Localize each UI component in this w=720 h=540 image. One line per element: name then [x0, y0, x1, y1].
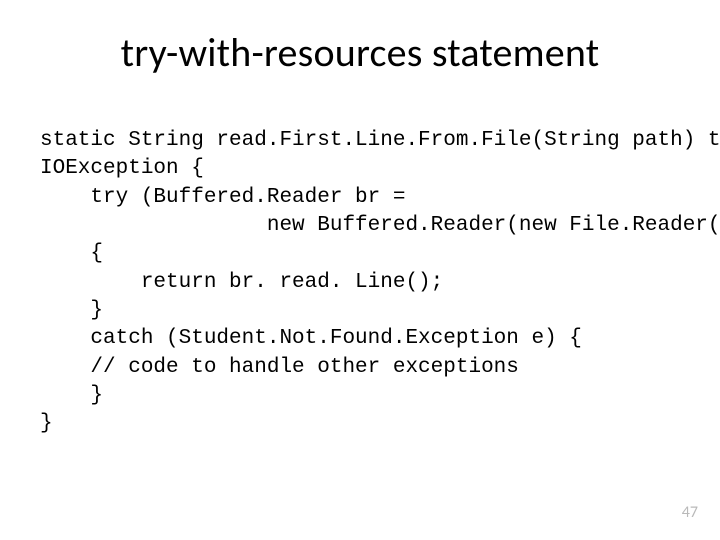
- slide-title: try-with-resources statement: [0, 0, 720, 87]
- page-number: 47: [682, 503, 698, 522]
- slide: try-with-resources statement static Stri…: [0, 0, 720, 540]
- code-block: static String read.First.Line.From.File(…: [0, 87, 720, 439]
